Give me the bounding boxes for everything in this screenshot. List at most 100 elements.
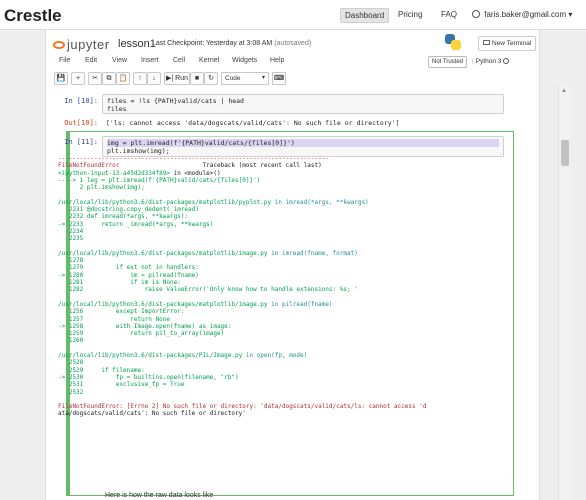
restart-button[interactable]: ↻ xyxy=(204,72,218,85)
keyboard-icon: ⌨ xyxy=(273,75,285,82)
cell-11-line-2: plt.imshow(img); xyxy=(107,147,170,155)
tb-frame-3-line-2: 1257 return None xyxy=(58,315,170,323)
checkpoint-text: Last Checkpoint: Yesterday at 3:08 AM xyxy=(152,40,273,47)
arrow-up-icon: ↑ xyxy=(138,75,142,82)
insert-cell-button[interactable]: + xyxy=(71,72,85,85)
menu-insert[interactable]: Insert xyxy=(141,57,159,64)
cell-10-input[interactable]: files = !ls {PATH}valid/cats | head file… xyxy=(102,94,504,114)
kernel-name: Python 3 xyxy=(475,58,502,65)
tb-frame-4-line-4: 2531 exclusive_fp = True xyxy=(58,381,185,389)
tb-frame-1-path: /usr/local/lib/python3.6/dist-packages/m… xyxy=(58,198,272,206)
cell-10-line-2: files xyxy=(107,105,127,113)
menu-help[interactable]: Help xyxy=(270,57,284,64)
tb-separator: ----------------------------------------… xyxy=(58,155,329,162)
tb-frame-4-line-5: 2532 xyxy=(58,388,84,396)
run-button[interactable]: ▶| Run xyxy=(164,72,190,85)
jupyter-logo-text[interactable]: jupyter xyxy=(67,37,110,52)
user-icon xyxy=(472,10,480,18)
kernel-idle-icon xyxy=(503,58,510,64)
pricing-link[interactable]: Pricing xyxy=(398,10,422,19)
terminal-icon xyxy=(483,40,490,45)
tb-frame-1-line-5: 2235 xyxy=(58,235,84,243)
tb-frame-1-line-2: 2232 def imread(*args, **kwargs): xyxy=(58,213,189,221)
cell-type-value: Code xyxy=(225,75,241,82)
cell-10-out-prompt: Out[10]: xyxy=(64,119,98,127)
tb-frame-3-line-1: 1256 except ImportError: xyxy=(58,308,185,316)
scrollbar-thumb[interactable] xyxy=(561,140,569,166)
tb-frame-2-line-5: 1282 raise ValueError('Only know how to … xyxy=(58,286,358,294)
notebook-name[interactable]: lesson1 xyxy=(118,38,156,50)
save-icon: 💾 xyxy=(56,75,66,82)
tb-frame-2-sig: in imread(fname, format) xyxy=(267,249,358,257)
user-email: faris.baker@gmail.com xyxy=(484,10,567,19)
autosaved-label: (autosaved) xyxy=(274,40,312,47)
tb-frame-2-line-3: -> 1280 im = pilread(fname) xyxy=(58,271,199,279)
menu-view[interactable]: View xyxy=(112,57,127,64)
jupyter-logo-icon[interactable] xyxy=(52,38,66,52)
tb-frame-4-line-3: -> 2530 fp = builtins.open(filename, "rb… xyxy=(58,373,239,381)
plus-icon: + xyxy=(75,75,81,82)
tb-frame-1-line-1: 2231 @docstring.copy_dedent(_imread) xyxy=(58,206,199,214)
stop-icon: ■ xyxy=(194,75,200,82)
cell-11-line-1: img = plt.imread(f'{PATH}valid/cats/{fil… xyxy=(107,139,499,147)
cell-11-input[interactable]: img = plt.imread(f'{PATH}valid/cats/{fil… xyxy=(102,136,504,157)
markdown-cell-text[interactable]: Here is how the raw data looks like xyxy=(105,492,213,499)
tb-frame-4-path: /usr/local/lib/python3.6/dist-packages/P… xyxy=(58,352,243,360)
tb-arrow-line-1: ----> 1 leg = plt.imread(f'{PATH}valid/c… xyxy=(58,176,261,184)
kernel-indicator: | Python 3 xyxy=(472,58,510,65)
faq-link[interactable]: FAQ xyxy=(441,10,457,19)
tb-header-right: Traceback (most recent call last) xyxy=(202,162,322,170)
new-terminal-label: New Terminal xyxy=(492,40,532,47)
move-down-button[interactable]: ↓ xyxy=(147,72,161,85)
menu-edit[interactable]: Edit xyxy=(85,57,97,64)
interrupt-button[interactable]: ■ xyxy=(190,72,204,85)
paste-icon: 📋 xyxy=(118,75,128,82)
menu-cell[interactable]: Cell xyxy=(173,57,185,64)
cell-type-select[interactable]: Code ▾ xyxy=(221,72,269,85)
python-logo-icon xyxy=(444,33,462,51)
tb-frame-1-line-4: 2234 xyxy=(58,227,84,235)
save-button[interactable]: 💾 xyxy=(54,72,68,85)
command-palette-button[interactable]: ⌨ xyxy=(272,72,286,85)
menu-widgets[interactable]: Widgets xyxy=(232,57,257,64)
tb-arrow-line-2: 2 plt.imshow(img); xyxy=(58,184,145,192)
tb-final-error-1: FileNotFoundError: [Errno 2] No such fil… xyxy=(58,403,427,411)
select-arrow-icon: ▾ xyxy=(261,75,265,81)
move-up-button[interactable]: ↑ xyxy=(133,72,147,85)
tb-in-module: in <module>() xyxy=(169,169,221,177)
menu-file[interactable]: File xyxy=(59,57,70,64)
tb-frame-3-line-4: 1259 return pil_to_array(image) xyxy=(58,330,225,338)
chevron-down-icon: ▾ xyxy=(568,10,573,19)
cell-10-line-1: files = !ls {PATH}valid/cats | head xyxy=(107,97,244,105)
menu-bar: File Edit View Insert Cell Kernel Widget… xyxy=(46,54,539,70)
dashboard-link[interactable]: Dashboard xyxy=(340,8,390,23)
cut-button[interactable]: ✂ xyxy=(88,72,102,85)
tb-frame-3-path: /usr/local/lib/python3.6/dist-packages/m… xyxy=(58,300,268,308)
tb-frame-2-line-4: 1281 if im is None: xyxy=(58,279,181,287)
tb-frame-1-sig: in imread(*args, **kwargs) xyxy=(271,198,369,206)
cell-10-output: ['ls: cannot access 'data/dogscats/valid… xyxy=(106,119,400,127)
tb-frame-4-line-1: 2528 xyxy=(58,359,84,367)
copy-button[interactable]: ⧉ xyxy=(102,72,116,85)
tb-frame-2-line-2: 1279 if ext not in handlers: xyxy=(58,264,199,272)
traceback-output: ----------------------------------------… xyxy=(58,155,426,418)
tb-frame-4-sig: in open(fp, mode) xyxy=(242,352,308,360)
crestle-brand[interactable]: Crestle xyxy=(4,6,62,26)
copy-icon: ⧉ xyxy=(106,75,112,82)
tb-frame-3-sig: in pilread(fname) xyxy=(267,300,333,308)
tb-frame-4-line-2: 2529 if filename: xyxy=(58,366,145,374)
menu-kernel[interactable]: Kernel xyxy=(199,57,219,64)
scissors-icon: ✂ xyxy=(92,75,98,82)
paste-button[interactable]: 📋 xyxy=(116,72,130,85)
tb-frame-3-line-3: -> 1258 with Image.open(fname) as image: xyxy=(58,322,232,330)
tb-frame-2-path: /usr/local/lib/python3.6/dist-packages/m… xyxy=(58,249,268,257)
notebook-scrollbar[interactable]: ▲ xyxy=(558,86,570,500)
user-menu[interactable]: faris.baker@gmail.com ▾ xyxy=(472,10,572,19)
tb-frame-3-line-5: 1260 xyxy=(58,337,84,345)
restart-icon: ↻ xyxy=(208,75,214,82)
tb-error-name: FileNotFoundError xyxy=(58,162,120,170)
tb-final-error-2: ata/dogscats/valid/cats': No such file o… xyxy=(58,410,246,418)
new-terminal-button[interactable]: New Terminal xyxy=(478,36,537,51)
not-trusted-badge[interactable]: Not Trusted xyxy=(428,56,468,68)
scroll-up-icon[interactable]: ▲ xyxy=(561,88,567,94)
